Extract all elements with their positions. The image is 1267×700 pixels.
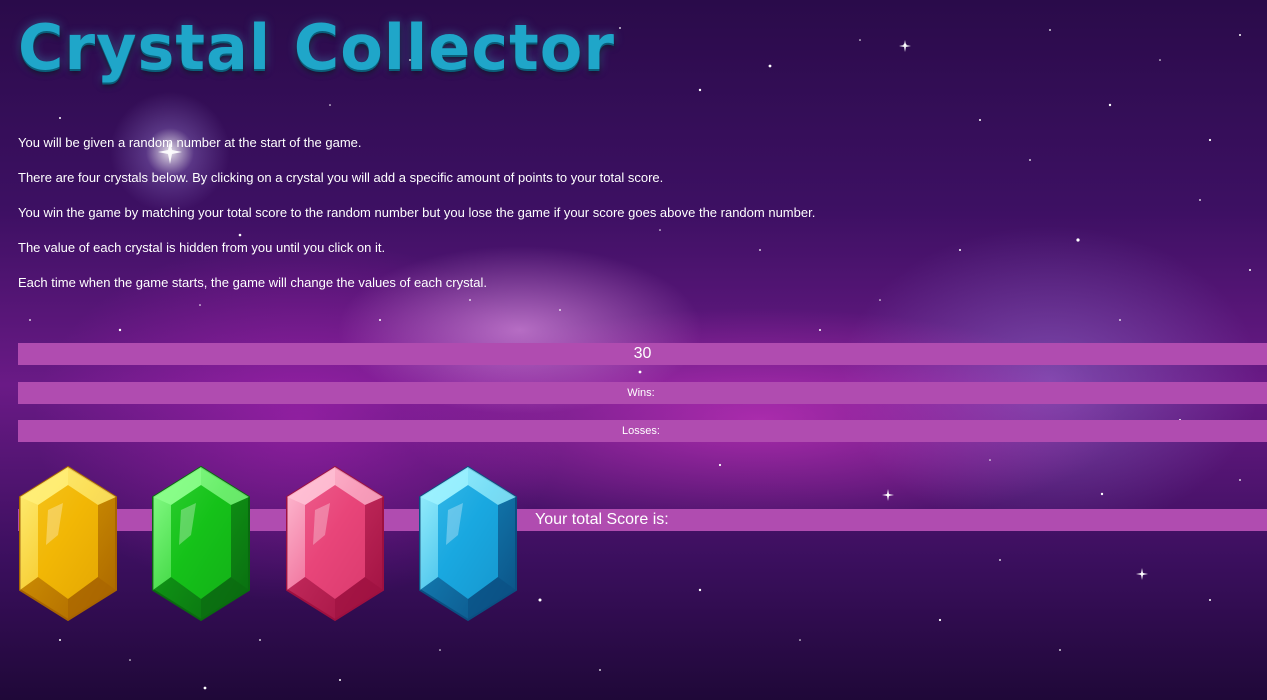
instructions: You will be given a random number at the… bbox=[18, 134, 1218, 309]
instruction-line: The value of each crystal is hidden from… bbox=[18, 240, 386, 255]
green-crystal-button[interactable] bbox=[151, 465, 251, 622]
total-score-label: Your total Score is: bbox=[535, 511, 669, 528]
total-score: Your total Score is: bbox=[535, 509, 669, 531]
wins-counter: Wins: bbox=[18, 382, 1267, 404]
green-gem-icon bbox=[152, 465, 250, 622]
yellow-crystal-button[interactable] bbox=[18, 465, 118, 622]
instruction-line: You win the game by matching your total … bbox=[18, 205, 816, 220]
instruction-line: There are four crystals below. By clicki… bbox=[18, 170, 664, 185]
instruction-line: Each time when the game starts, the game… bbox=[18, 275, 487, 290]
red-gem-icon bbox=[286, 465, 384, 622]
target-number: 30 bbox=[18, 343, 1267, 365]
wins-label: Wins: bbox=[627, 387, 655, 399]
instruction-line: You will be given a random number at the… bbox=[18, 135, 362, 150]
blue-gem-icon bbox=[419, 465, 517, 622]
yellow-gem-icon bbox=[19, 465, 117, 622]
red-crystal-button[interactable] bbox=[285, 465, 385, 622]
losses-counter: Losses: bbox=[18, 420, 1267, 442]
losses-label: Losses: bbox=[622, 425, 660, 437]
page-title: Crystal Collector bbox=[18, 11, 615, 84]
blue-crystal-button[interactable] bbox=[418, 465, 518, 622]
